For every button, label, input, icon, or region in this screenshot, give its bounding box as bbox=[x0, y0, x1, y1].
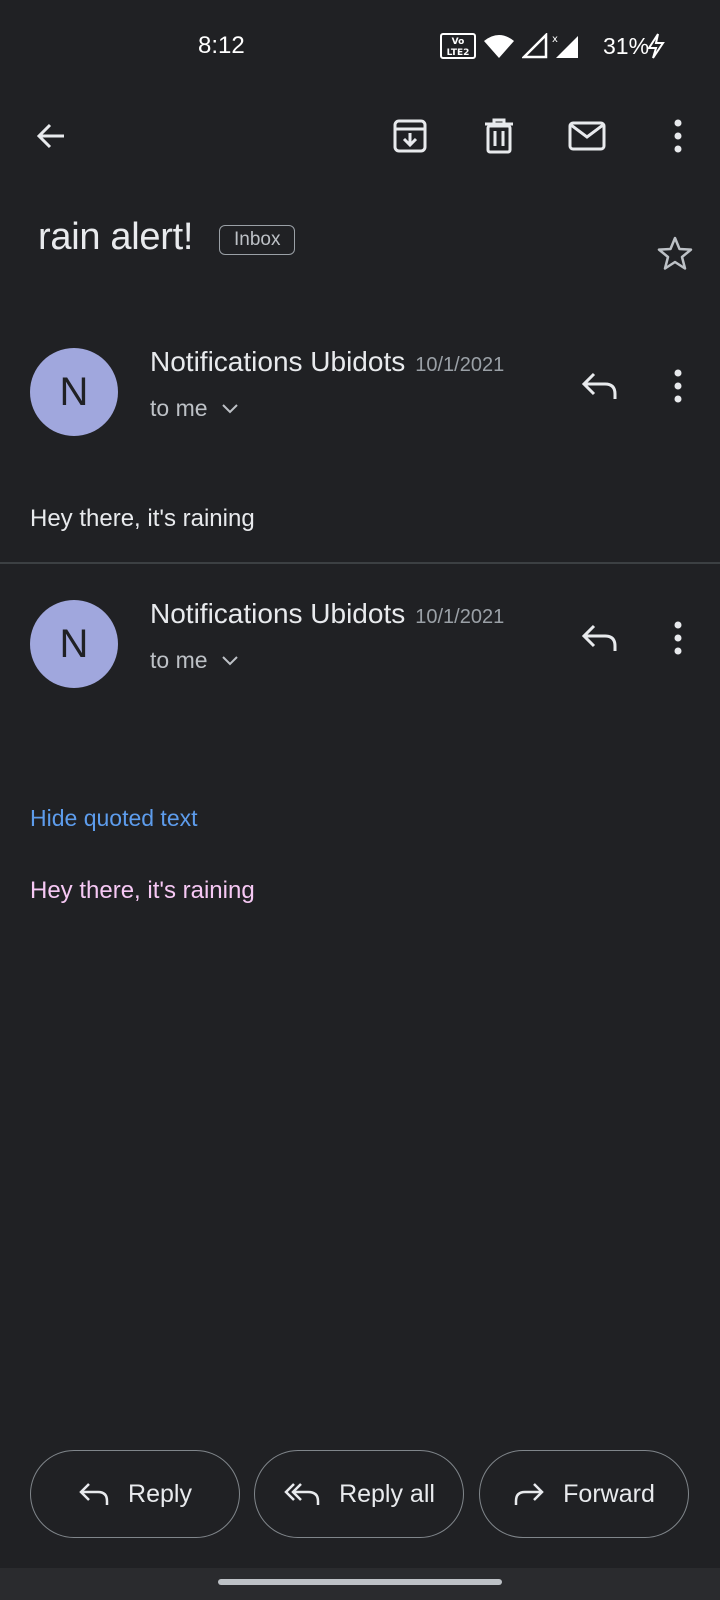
email-subject: rain alert! bbox=[38, 216, 194, 258]
sender-avatar[interactable]: N bbox=[30, 600, 118, 688]
mark-unread-icon[interactable] bbox=[559, 108, 615, 164]
svg-text:Vo: Vo bbox=[452, 37, 465, 47]
battery-percent: 31% bbox=[603, 33, 650, 59]
forward-icon bbox=[514, 1483, 544, 1505]
message-header[interactable]: Notifications Ubidots 10/1/2021 bbox=[150, 598, 504, 630]
reply-all-icon bbox=[284, 1483, 320, 1505]
archive-icon[interactable] bbox=[382, 108, 438, 164]
sender-name: Notifications Ubidots bbox=[150, 346, 406, 377]
reply-icon[interactable] bbox=[572, 610, 628, 666]
quoted-message-body: Hey there, it's raining bbox=[30, 877, 255, 904]
reply-all-button[interactable]: Reply all bbox=[254, 1450, 464, 1538]
recipient-text: to me bbox=[150, 647, 208, 673]
more-vert-icon[interactable] bbox=[650, 108, 706, 164]
message-date: 10/1/2021 bbox=[415, 354, 505, 376]
recipient-text: to me bbox=[150, 395, 208, 421]
signal-2-icon: x bbox=[550, 32, 580, 60]
message-more-icon[interactable] bbox=[650, 358, 706, 414]
forward-button[interactable]: Forward bbox=[479, 1450, 689, 1538]
message-divider bbox=[0, 562, 720, 564]
back-arrow-icon[interactable] bbox=[23, 108, 79, 164]
reply-label: Reply bbox=[128, 1479, 192, 1508]
message-header[interactable]: Notifications Ubidots 10/1/2021 bbox=[150, 346, 504, 378]
message-date: 10/1/2021 bbox=[415, 606, 505, 628]
volte-icon: Vo LTE2 bbox=[440, 32, 476, 60]
hide-quoted-text-link[interactable]: Hide quoted text bbox=[30, 805, 198, 832]
status-time: 8:12 bbox=[198, 32, 245, 59]
reply-button[interactable]: Reply bbox=[30, 1450, 240, 1538]
delete-icon[interactable] bbox=[471, 108, 527, 164]
svg-text:LTE2: LTE2 bbox=[447, 48, 470, 58]
chevron-down-icon bbox=[221, 655, 238, 665]
recipient-toggle[interactable]: to me bbox=[150, 395, 238, 422]
recipient-toggle[interactable]: to me bbox=[150, 647, 238, 674]
message-body: Hey there, it's raining bbox=[30, 505, 255, 532]
wifi-icon bbox=[483, 32, 515, 60]
signal-1-icon bbox=[522, 32, 548, 60]
sender-avatar[interactable]: N bbox=[30, 348, 118, 436]
chevron-down-icon bbox=[221, 403, 238, 413]
charging-icon bbox=[646, 32, 666, 60]
sender-name: Notifications Ubidots bbox=[150, 598, 406, 629]
reply-icon[interactable] bbox=[572, 358, 628, 414]
inbox-label-chip[interactable]: Inbox bbox=[219, 225, 296, 255]
reply-icon bbox=[79, 1483, 109, 1505]
home-gesture-handle[interactable] bbox=[218, 1579, 502, 1585]
star-icon[interactable] bbox=[647, 226, 703, 282]
reply-all-label: Reply all bbox=[339, 1479, 435, 1508]
forward-label: Forward bbox=[563, 1479, 655, 1508]
message-more-icon[interactable] bbox=[650, 610, 706, 666]
svg-text:x: x bbox=[552, 34, 558, 45]
